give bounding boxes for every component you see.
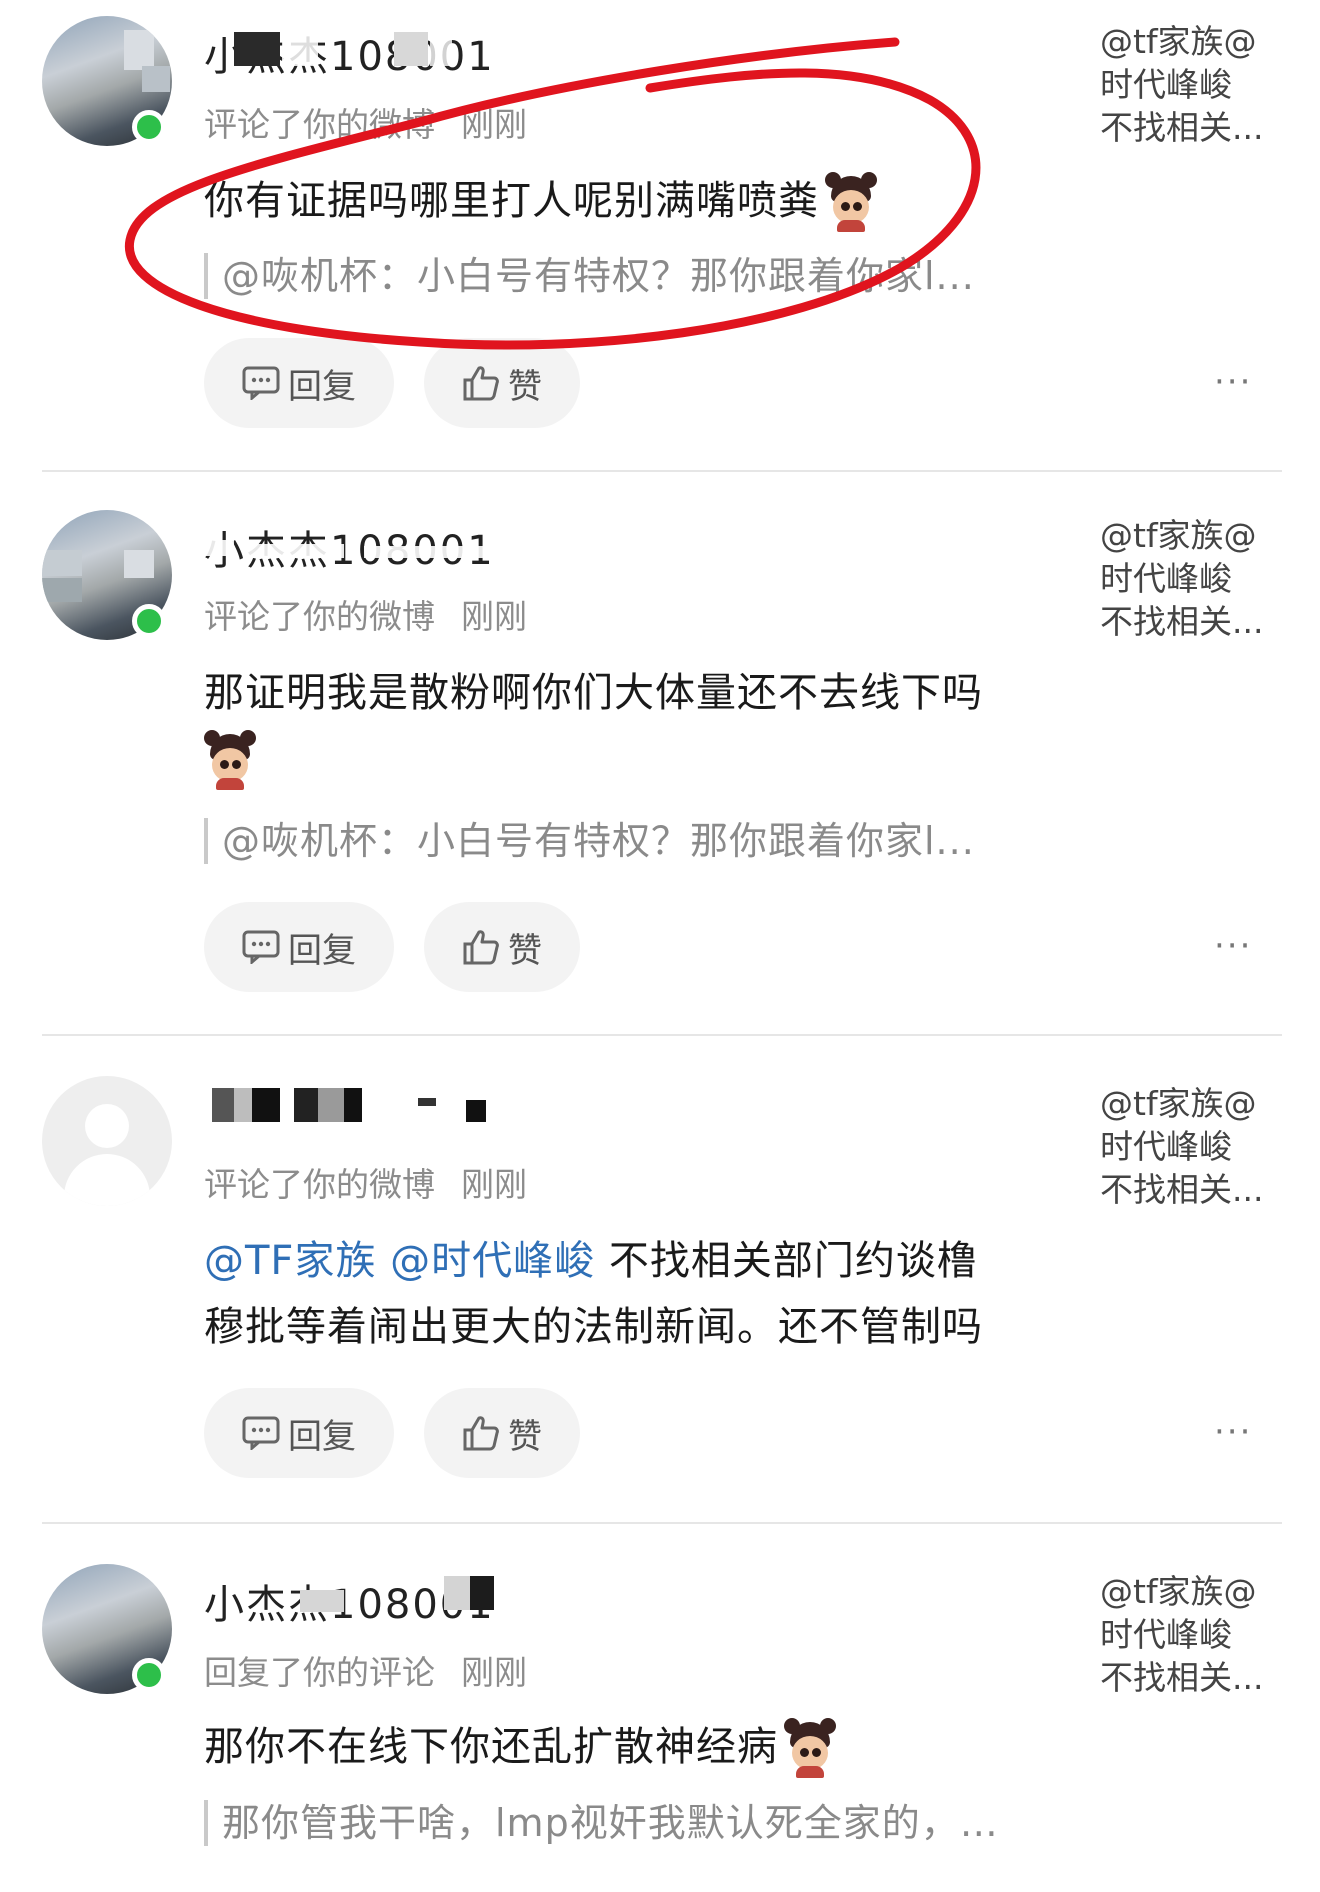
reply-label: 回复 [288,366,356,407]
ref-line: 时代峰峻 [1100,559,1232,598]
thumbs-up-icon [463,930,499,965]
quoted-comment[interactable]: @咴机杯：小白号有特权？那你跟着你家l... [204,253,1102,299]
comment-meta: 回复了你的评论 刚刚 [204,1646,527,1694]
emoji-girl-icon [784,1718,836,1778]
comment-icon [242,1416,280,1450]
comment-meta: 评论了你的微博 刚刚 [204,1158,527,1206]
thumbs-up-icon [463,366,499,401]
reply-button[interactable]: 回复 [204,902,394,992]
like-button[interactable]: 赞 [424,338,580,428]
comment-action: 回复了你的评论 [204,1653,435,1692]
thumbs-up-icon [463,1416,499,1451]
referenced-post[interactable]: @tf家族@ 时代峰峻 不找相关... [1100,20,1310,149]
comment-meta: 评论了你的微博 刚刚 [204,98,527,146]
comment-content: 那证明我是散粉啊你们大体量还不去线下吗 [204,660,1084,792]
ref-line: @tf家族@ [1100,1084,1257,1123]
divider [42,1522,1282,1524]
ref-line: @tf家族@ [1100,22,1257,61]
reply-label: 回复 [288,930,356,971]
comment-content: 那你不在线下你还乱扩散神经病 [204,1714,1084,1780]
comment-time: 刚刚 [461,105,527,144]
username-mosaic [204,1576,524,1612]
quoted-comment[interactable]: 那你管我干啥，lmp视奸我默认死全家的，… [204,1800,1102,1846]
ref-line: 时代峰峻 [1100,1127,1232,1166]
divider [42,1034,1282,1036]
comment-text: 那证明我是散粉啊你们大体量还不去线下吗 [204,670,983,716]
ref-line: @tf家族@ [1100,1572,1257,1611]
ref-line: 不找相关... [1100,602,1264,641]
comment-icon [242,366,280,400]
username-mosaic [204,1088,504,1122]
ref-line: 时代峰峻 [1100,1615,1232,1654]
more-icon[interactable]: ··· [1214,362,1252,402]
online-status-dot [132,1658,166,1692]
referenced-post[interactable]: @tf家族@ 时代峰峻 不找相关... [1100,1082,1310,1211]
reply-button[interactable]: 回复 [204,1388,394,1478]
like-label: 赞 [508,366,542,407]
comment-action: 评论了你的微博 [204,1165,435,1204]
comment-time: 刚刚 [461,1165,527,1204]
mention-link[interactable]: @时代峰峻 [390,1238,595,1284]
reply-label: 回复 [288,1416,356,1457]
ref-line: @tf家族@ [1100,516,1257,555]
referenced-post[interactable]: @tf家族@ 时代峰峻 不找相关... [1100,1570,1310,1699]
online-status-dot [132,604,166,638]
ref-line: 不找相关... [1100,108,1264,147]
referenced-post[interactable]: @tf家族@ 时代峰峻 不找相关... [1100,514,1310,643]
comment-icon [242,930,280,964]
username-mosaic [204,520,534,558]
comment-action: 评论了你的微博 [204,597,435,636]
like-button[interactable]: 赞 [424,1388,580,1478]
like-button[interactable]: 赞 [424,902,580,992]
comment-content: 你有证据吗哪里打人呢别满嘴喷粪 [204,168,1084,234]
more-icon[interactable]: ··· [1214,926,1252,966]
ref-line: 不找相关... [1100,1170,1264,1209]
ref-line: 不找相关... [1100,1658,1264,1697]
like-label: 赞 [508,930,542,971]
more-icon[interactable]: ··· [1214,1412,1252,1452]
online-status-dot [132,110,166,144]
quoted-comment[interactable]: @咴机杯：小白号有特权？那你跟着你家l... [204,818,1102,864]
ref-line: 时代峰峻 [1100,65,1232,104]
reply-button[interactable]: 回复 [204,338,394,428]
emoji-girl-icon [204,730,256,790]
comment-content: @TF家族 @时代峰峻 不找相关部门约谈橹 穆批等着闹出更大的法制新闻。还不管制… [204,1228,1084,1360]
comment-time: 刚刚 [461,597,527,636]
comment-text: 那你不在线下你还乱扩散神经病 [204,1724,778,1770]
comment-meta: 评论了你的微博 刚刚 [204,590,527,638]
comment-time: 刚刚 [461,1653,527,1692]
default-avatar[interactable] [42,1076,172,1206]
mention-link[interactable]: @TF家族 [204,1238,376,1284]
emoji-girl-icon [825,172,877,232]
username-mosaic [204,32,534,66]
comment-text: 穆批等着闹出更大的法制新闻。还不管制吗 [204,1304,983,1350]
comment-text: 你有证据吗哪里打人呢别满嘴喷粪 [204,178,819,224]
comment-action: 评论了你的微博 [204,105,435,144]
divider [42,470,1282,472]
comment-text: 不找相关部门约谈橹 [608,1238,978,1284]
like-label: 赞 [508,1416,542,1457]
